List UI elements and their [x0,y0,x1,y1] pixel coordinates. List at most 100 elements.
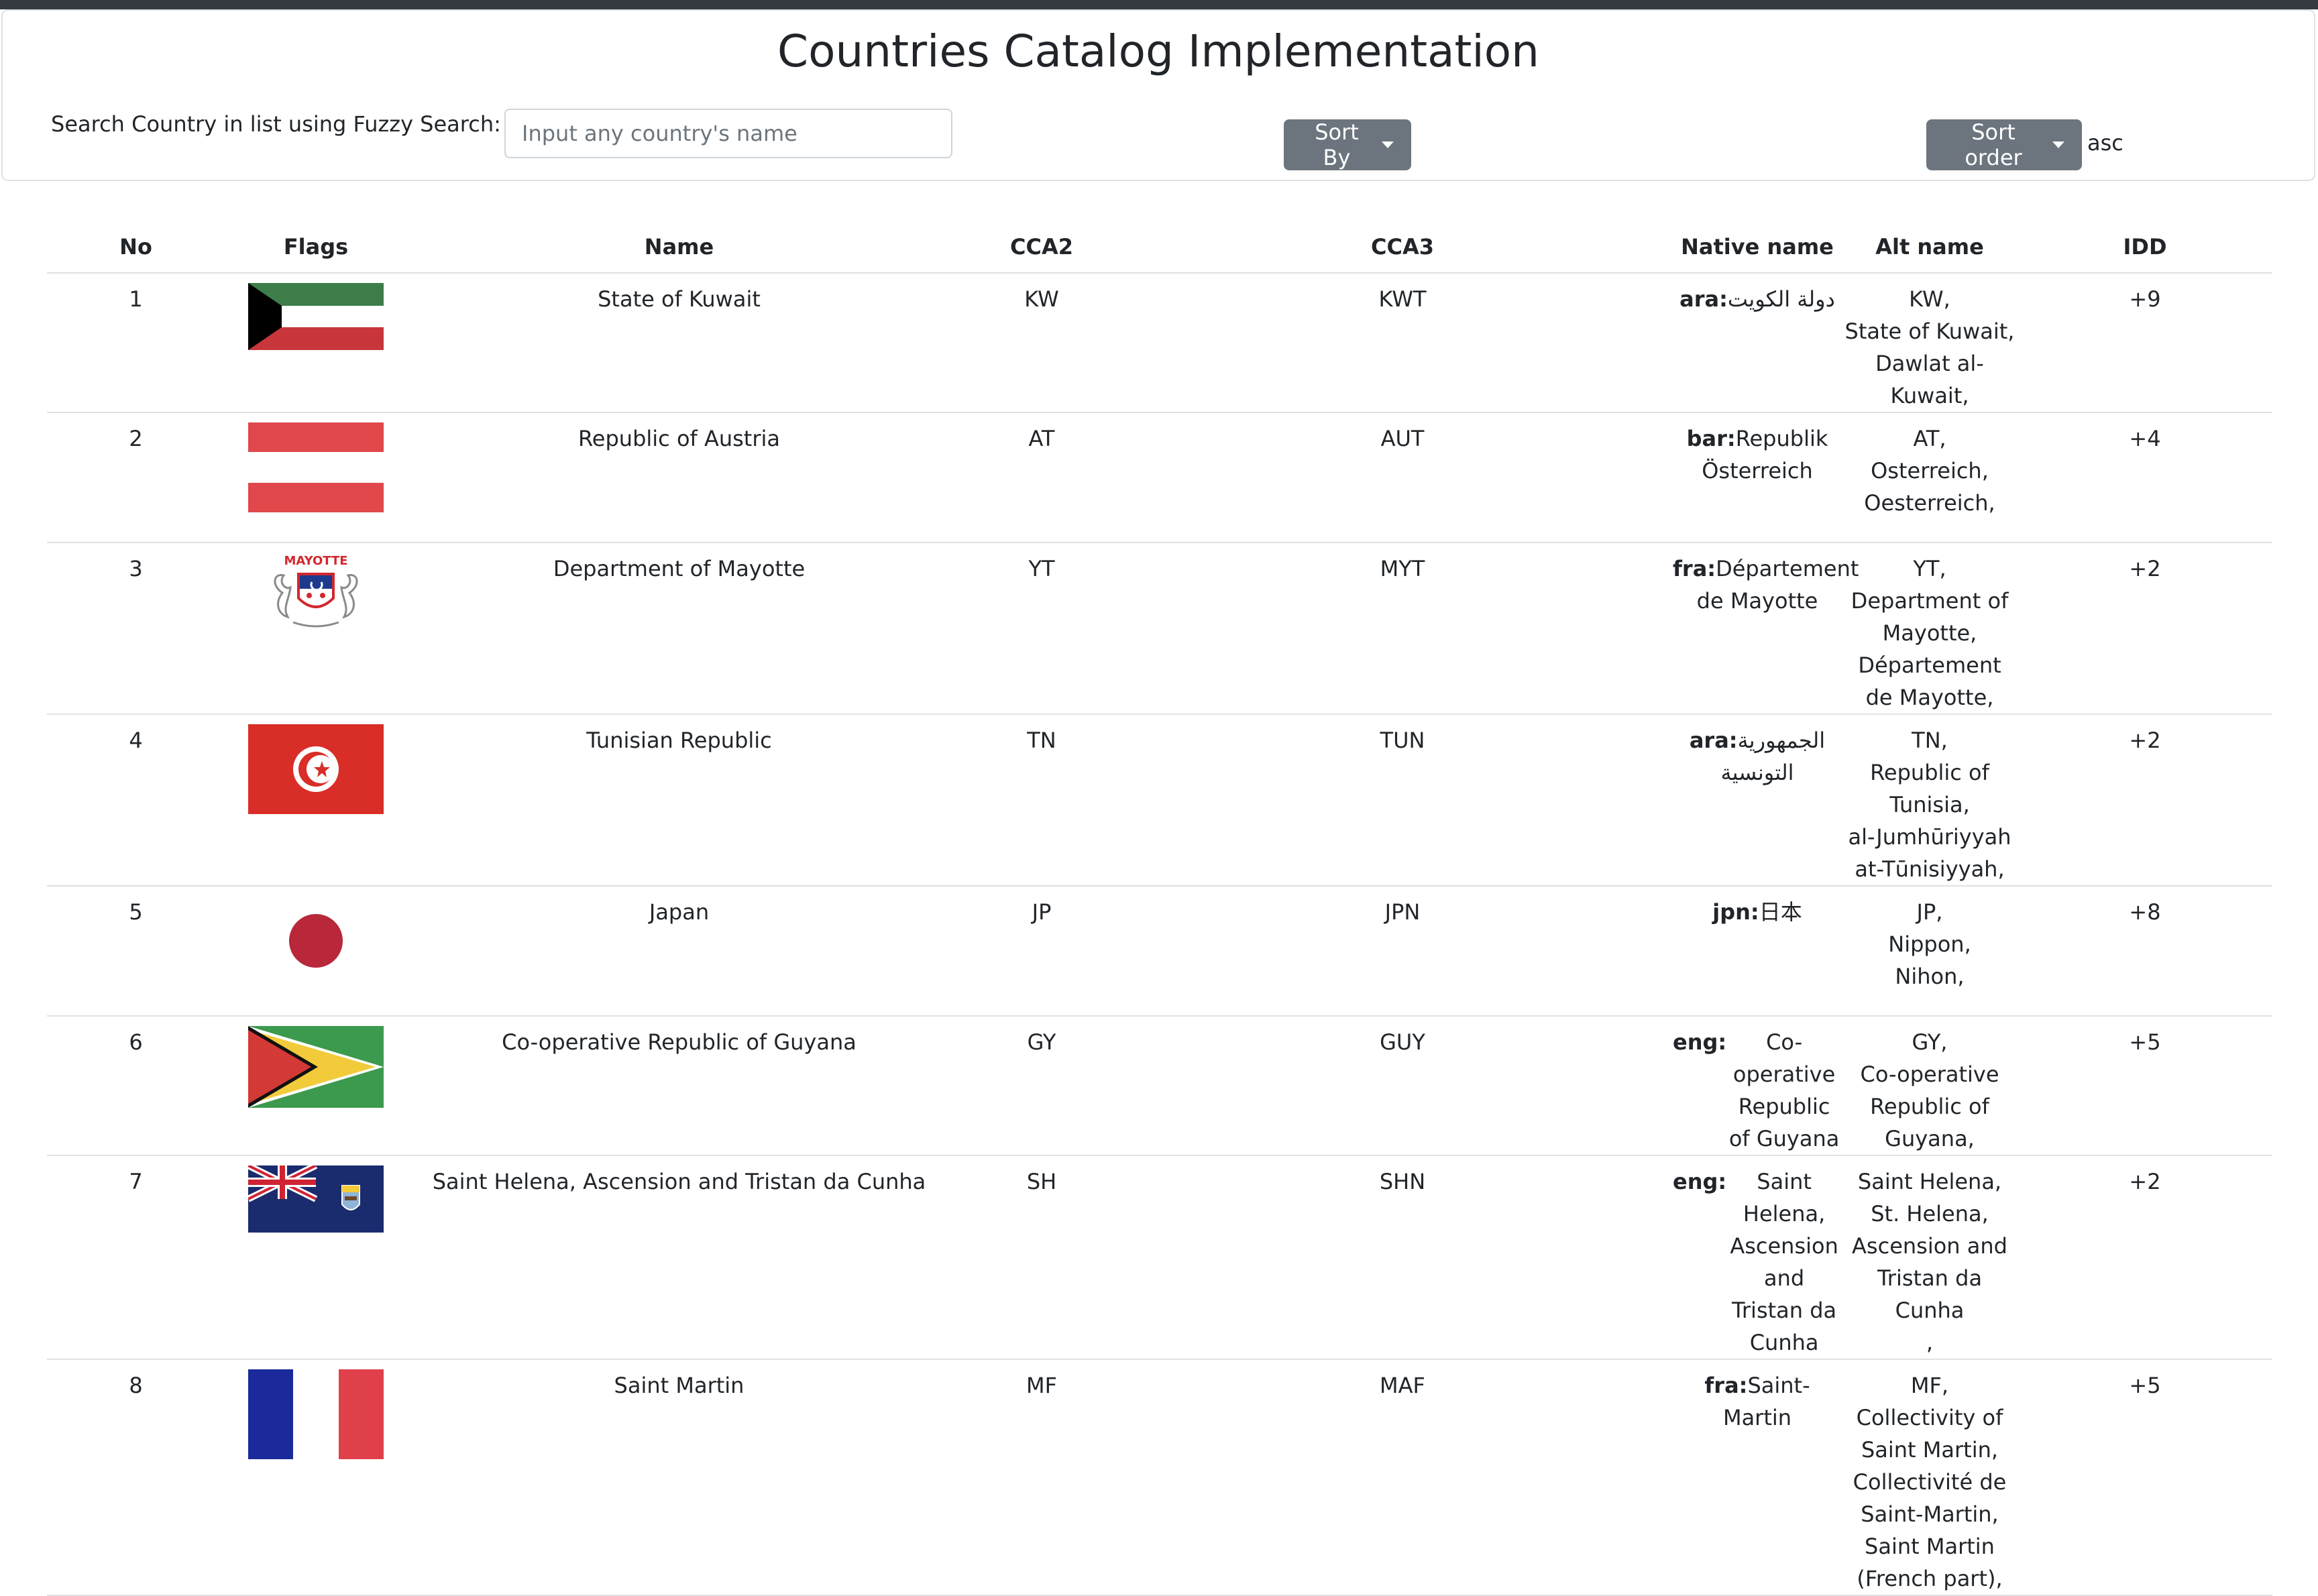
native-name-cell: bar:Republik Österreich [1673,412,1842,543]
flag-cell: MAYOTTE [225,543,407,715]
table-row[interactable]: 3 MAYOTTE Department of Mayotte YT MYT f… [47,543,2272,715]
alt-name: Collectivity of Saint Martin, [1856,1405,2003,1463]
alt-name: Oesterreich, [1864,490,1995,516]
country-cca2: TN [951,714,1132,887]
page-title: Countries Catalog Implementation [777,25,1539,77]
native-value: Co-operative Republic of Guyana [1728,1029,1840,1151]
mayotte-flag: MAYOTTE [269,553,363,630]
alt-name: Nihon, [1895,964,1965,989]
row-number: 3 [47,543,225,715]
table-row[interactable]: 7 Saint Helena, Ascension and Tristan da… [47,1155,2272,1360]
alt-name: State of Kuwait, [1844,319,2015,344]
alt-name-cell: GY, Co-operative Republic of Guyana, [1842,1016,2018,1156]
mayotte-flag-text: MAYOTTE [284,554,347,568]
country-cca2: YT [951,543,1132,715]
flag-cell [225,886,407,1017]
alt-name: Saint Martin (French part), [1857,1534,2003,1591]
native-lang: eng: [1673,1029,1727,1055]
country-idd: +5 [2018,1359,2272,1596]
kuwait-flag [248,283,384,350]
native-lang: jpn: [1712,899,1759,925]
japan-flag [248,896,384,986]
alt-name: YT, [1913,556,1946,581]
alt-name-cell: JP, Nippon, Nihon, [1842,886,2018,1017]
search-label: Search Country in list using Fuzzy Searc… [51,111,501,137]
country-name: Co-operative Republic of Guyana [407,1016,951,1156]
table-row[interactable]: 4 Tunisian Republic TN TUN ara:الجمهورية… [47,714,2272,887]
native-value: Saint Helena, Ascension and Tristan da C… [1730,1169,1838,1355]
country-cca2: SH [951,1155,1132,1360]
table-row[interactable]: 6 Co-operative Republic of Guyana GY GUY… [47,1016,2272,1156]
sort-by-dropdown[interactable]: Sort By [1284,119,1411,170]
alt-name: Nippon, [1888,931,1971,957]
table-row[interactable]: 8 Saint Martin MF MAF fra:Saint-Martin M… [47,1359,2272,1596]
country-name: Saint Helena, Ascension and Tristan da C… [407,1155,951,1360]
country-idd: +2 [2018,714,2272,887]
header-native-name[interactable]: Native name [1673,221,1842,274]
tunisia-flag [248,724,384,814]
native-name-cell: fra:Saint-Martin [1673,1359,1842,1596]
flag-cell [225,714,407,887]
country-name: Republic of Austria [407,412,951,543]
table-header-row: No Flags Name CCA2 CCA3 Native name Alt … [47,221,2272,274]
country-idd: +8 [2018,886,2272,1017]
country-cca2: GY [951,1016,1132,1156]
native-name-cell: jpn:日本 [1673,886,1842,1017]
native-name-cell: fra:Département de Mayotte [1673,543,1859,715]
row-number: 6 [47,1016,225,1156]
native-lang: bar: [1686,426,1736,451]
native-value: دولة الكويت [1727,286,1835,312]
alt-name: JP, [1916,899,1943,925]
country-cca3: JPN [1132,886,1673,1017]
header-alt-name[interactable]: Alt name [1842,221,2018,274]
country-cca3: KWT [1132,273,1673,413]
alt-name: MF, [1910,1373,1949,1398]
table-row[interactable]: 2 Republic of Austria AT AUT bar:Republi… [47,412,2272,543]
alt-name: Co-operative Republic of Guyana, [1860,1062,1999,1151]
sort-order-value: asc [2087,130,2123,156]
native-lang: eng: [1673,1169,1727,1194]
header-card: Countries Catalog Implementation Search … [1,9,2315,181]
header-idd[interactable]: IDD [2018,221,2272,274]
sort-by-label: Sort By [1315,119,1359,170]
native-lang: fra: [1704,1373,1748,1398]
countries-table: No Flags Name CCA2 CCA3 Native name Alt … [47,221,2272,1596]
native-lang: fra: [1673,556,1716,581]
alt-name: Department of Mayotte, [1851,588,2009,646]
caret-down-icon [2052,141,2064,148]
country-cca3: SHN [1132,1155,1673,1360]
flag-cell [225,412,407,543]
country-idd: +5 [2018,1016,2272,1156]
alt-name-cell: YT, Department of Mayotte, Département d… [1842,543,2018,715]
saint-helena-flag [248,1165,384,1233]
table-row[interactable]: 5 Japan JP JPN jpn:日本 JP, Nippon, Nihon,… [47,886,2272,1017]
country-cca3: GUY [1132,1016,1673,1156]
country-idd: +2 [2018,543,2272,715]
row-number: 2 [47,412,225,543]
austria-flag [248,422,384,512]
sort-order-dropdown[interactable]: Sort order [1926,119,2082,170]
header-cca2[interactable]: CCA2 [951,221,1132,274]
top-bar [0,0,2318,9]
alt-name: al-Jumhūriyyah at-Tūnisiyyah, [1848,824,2011,882]
alt-name: Dawlat al-Kuwait, [1875,351,1984,408]
header-cca3[interactable]: CCA3 [1132,221,1673,274]
table-row[interactable]: 1 State of Kuwait KW KWT ara:دولة الكويت… [47,273,2272,413]
country-name: Department of Mayotte [407,543,951,715]
alt-name: , [1926,1330,1934,1355]
header-name[interactable]: Name [407,221,951,274]
header-flags[interactable]: Flags [225,221,407,274]
row-number: 7 [47,1155,225,1360]
saint-martin-flag [248,1369,384,1459]
alt-name-cell: TN, Republic of Tunisia, al-Jumhūriyyah … [1842,714,2018,887]
country-cca3: MAF [1132,1359,1673,1596]
native-name-cell: ara:دولة الكويت [1673,273,1842,413]
country-name: Saint Martin [407,1359,951,1596]
alt-name: Département de Mayotte, [1858,652,2001,710]
sort-order-label: Sort order [1965,119,2022,170]
alt-name: TN, [1912,728,1948,753]
search-input[interactable] [504,109,952,158]
alt-name: St. Helena, Ascension and Tristan da Cun… [1852,1201,2007,1323]
caret-down-icon [1382,141,1394,148]
header-no[interactable]: No [47,221,225,274]
